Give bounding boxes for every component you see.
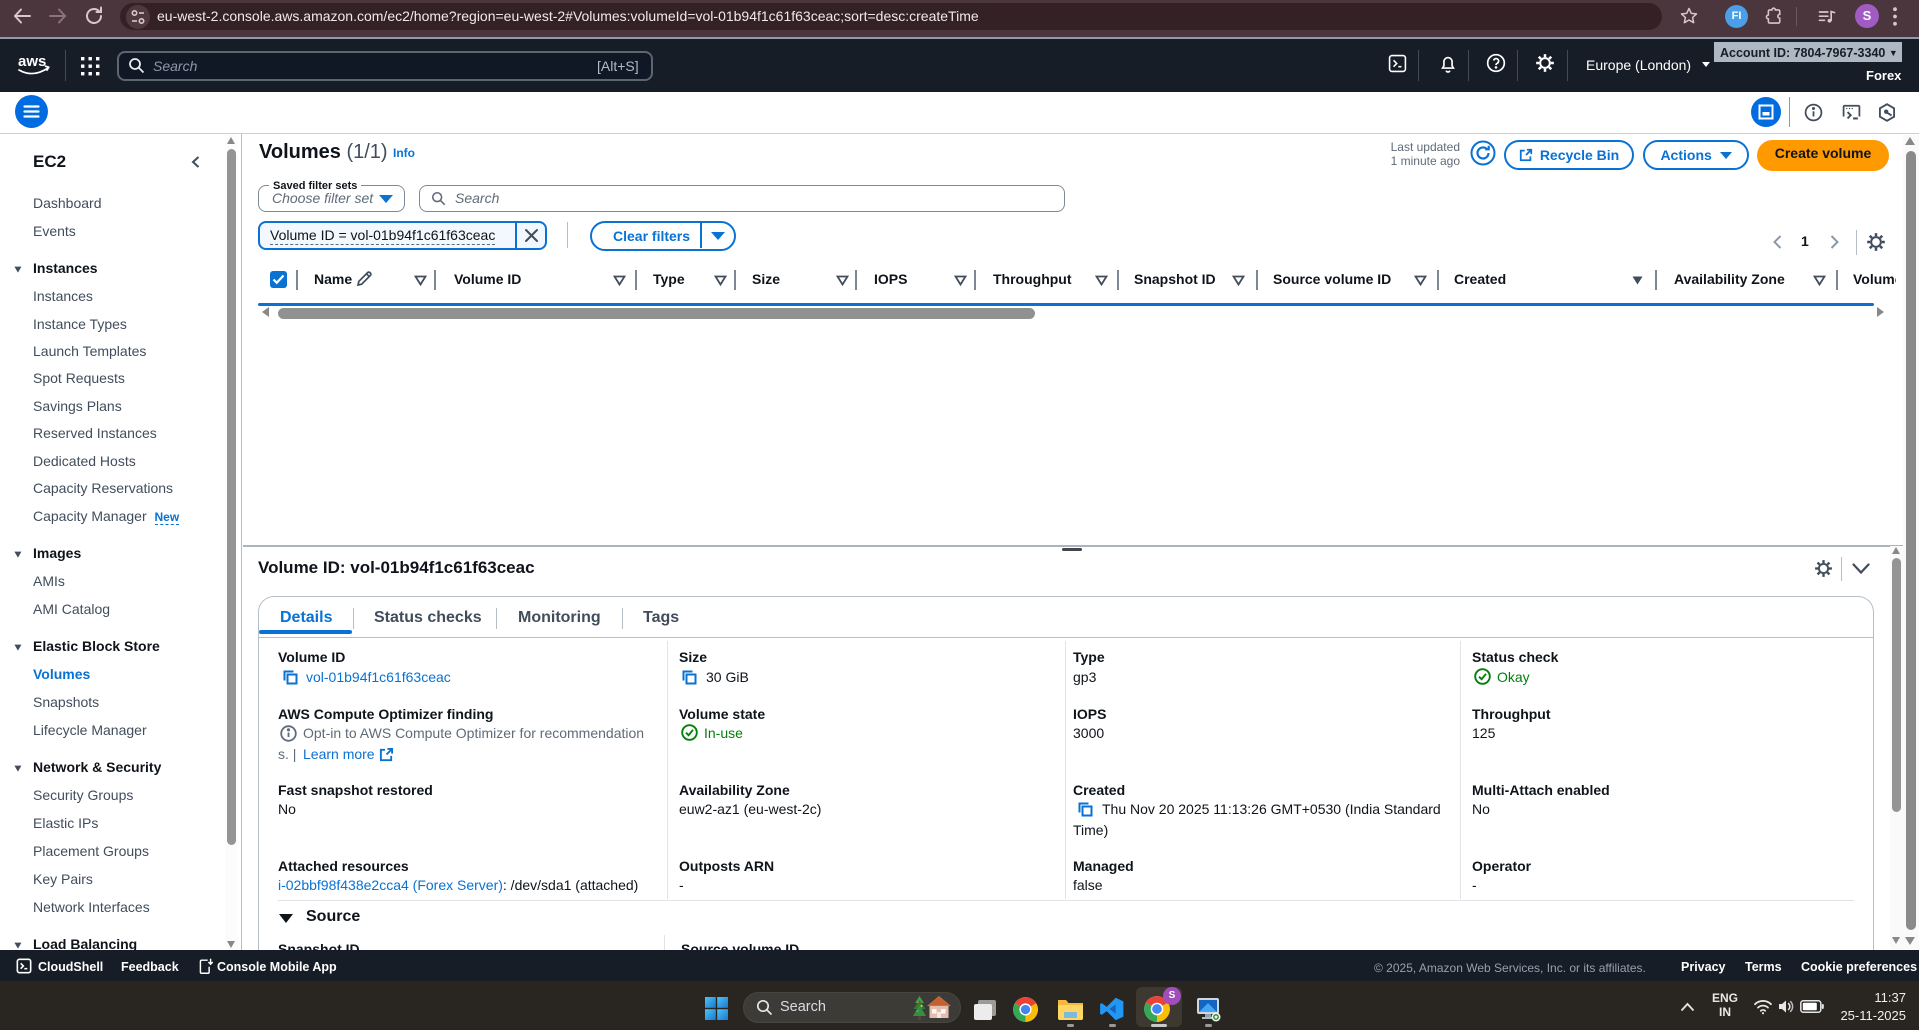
svg-text:aws: aws <box>18 53 46 70</box>
